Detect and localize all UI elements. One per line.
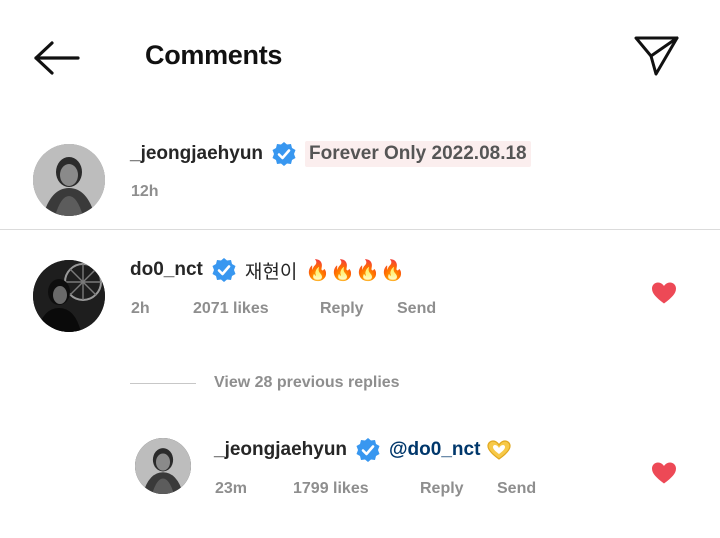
- heart-icon[interactable]: [651, 281, 677, 305]
- replies-dash: [130, 382, 196, 384]
- fire-emoji: 🔥🔥🔥🔥: [305, 258, 405, 282]
- reply-time: 23m: [215, 480, 248, 497]
- comment-likes[interactable]: 2071 likes: [193, 300, 269, 318]
- back-button[interactable]: [32, 38, 80, 78]
- reply-line: _jeongjaehyun @do0_nct: [214, 436, 520, 464]
- comment-time: 2h: [131, 300, 150, 317]
- view-replies-label: View 28 previous replies: [214, 374, 400, 391]
- paper-plane-icon: [634, 36, 679, 76]
- avatar[interactable]: [33, 260, 105, 332]
- heart-hands-emoji-icon: [487, 440, 512, 460]
- caption-time: 12h: [131, 183, 159, 200]
- verified-badge-icon: [272, 142, 296, 166]
- caption-line: _jeongjaehyun Forever Only 2022.08.18: [130, 140, 539, 168]
- avatar[interactable]: [33, 144, 105, 216]
- reply-button[interactable]: Reply: [420, 480, 464, 498]
- verified-badge-icon: [356, 438, 380, 462]
- avatar-photo: [33, 144, 105, 216]
- reply-likes[interactable]: 1799 likes: [293, 480, 369, 498]
- send-button[interactable]: Send: [497, 480, 536, 498]
- caption-text: Forever Only 2022.08.18: [305, 141, 531, 167]
- comment-username[interactable]: do0_nct: [130, 259, 203, 281]
- page-title: Comments: [145, 40, 283, 70]
- reply-username[interactable]: _jeongjaehyun: [214, 439, 347, 461]
- avatar[interactable]: [135, 438, 191, 494]
- reply-button[interactable]: Reply: [320, 300, 364, 318]
- share-button[interactable]: [632, 34, 680, 78]
- comment-text: 재현이: [244, 261, 298, 283]
- arrow-left-icon: [34, 41, 80, 75]
- divider: [0, 229, 720, 230]
- heart-icon[interactable]: [651, 461, 677, 485]
- view-replies-link[interactable]: View 28 previous replies: [130, 374, 400, 392]
- mention-link[interactable]: @do0_nct: [389, 439, 480, 461]
- header: Comments: [0, 0, 720, 112]
- avatar-photo: [135, 438, 191, 494]
- caption-username[interactable]: _jeongjaehyun: [130, 143, 263, 165]
- avatar-photo: [33, 260, 105, 332]
- comment-line: do0_nct 재현이 🔥🔥🔥🔥: [130, 256, 413, 284]
- send-button[interactable]: Send: [397, 300, 436, 318]
- verified-badge-icon: [212, 258, 236, 282]
